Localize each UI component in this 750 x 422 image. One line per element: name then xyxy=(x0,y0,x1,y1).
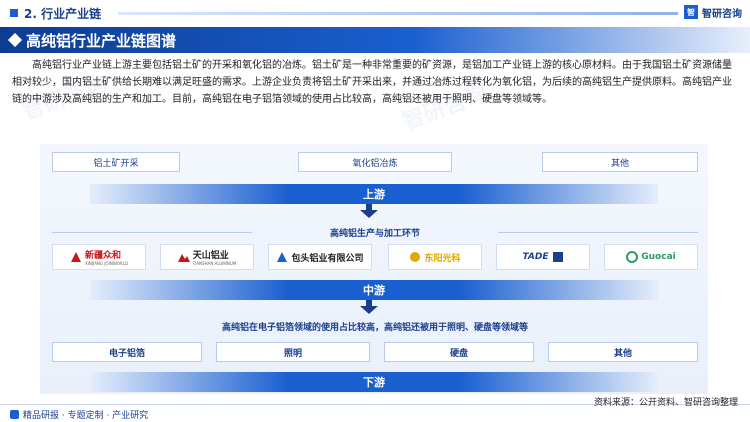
downstream-item-lighting: 照明 xyxy=(216,342,370,362)
page-title: 高纯铝行业产业链图谱 xyxy=(26,31,177,50)
footer-tagline: 精品研报 · 专题定制 · 产业研究 xyxy=(10,408,148,421)
downstream-item-electronic-foil: 电子铝箔 xyxy=(52,342,202,362)
downstream-item-other: 其他 xyxy=(548,342,698,362)
footer-tagline-text: 精品研报 · 专题定制 · 产业研究 xyxy=(23,411,149,421)
upstream-item-bauxite: 铝土矿开采 xyxy=(52,152,180,172)
company-logo-dongyangguang: 东阳光科 xyxy=(388,244,482,270)
tianshan-logo-icon xyxy=(177,254,190,262)
company-name: Guocai xyxy=(641,252,676,262)
guocai-logo-icon xyxy=(626,251,639,263)
brand-mark-icon xyxy=(10,410,19,419)
section-label-text: 2. 行业产业链 xyxy=(24,6,102,21)
upstream-item-other: 其他 xyxy=(542,152,698,172)
company-subtitle: XINJIANG JOINWORLD xyxy=(84,261,129,266)
company-logo-guocai: Guocai xyxy=(604,244,698,270)
company-logo-baotou: 包头铝业有限公司 xyxy=(268,244,372,270)
brand-logo-icon: 智 xyxy=(684,5,698,19)
company-subtitle: TIANSHAN ALUMINUM xyxy=(192,261,237,266)
header-rule xyxy=(118,12,678,15)
company-logo-tade: TADE xyxy=(496,244,590,270)
upstream-item-alumina: 氧化铝冶炼 xyxy=(298,152,452,172)
company-name: 包头铝业有限公司 xyxy=(291,253,364,264)
midstream-stage-bar: 中游 xyxy=(90,280,658,300)
title-banner: 高纯铝行业产业链图谱 xyxy=(0,27,750,53)
section-label: 2. 行业产业链 xyxy=(10,4,101,22)
heading-rule-right xyxy=(498,232,698,233)
downstream-heading: 高纯铝在电子铝箔领域的使用占比较高，高纯铝还被用于照明、硬盘等领域等 xyxy=(221,323,528,333)
heading-rule-left xyxy=(52,232,252,233)
brand-logo: 智 智研咨询 xyxy=(684,4,742,20)
company-name: 新疆众和 xyxy=(84,251,121,261)
company-logo-tianshan: 天山铝业 TIANSHAN ALUMINUM xyxy=(160,244,254,270)
company-logo-xinjiang-joinworld: 新疆众和 XINJIANG JOINWORLD xyxy=(52,244,146,270)
joinworld-logo-icon xyxy=(70,252,81,262)
tade-logo-icon xyxy=(552,252,563,262)
intro-paragraph: 高纯铝行业产业链上游主要包括铝土矿的开采和氧化铝的冶炼。铝土矿是一种非常重要的矿… xyxy=(12,60,732,105)
company-name: TADE xyxy=(522,252,549,262)
down-arrow-icon xyxy=(360,210,378,218)
diamond-icon xyxy=(7,32,23,48)
top-bar: 2. 行业产业链 智 智研咨询 xyxy=(0,0,750,26)
source-note: 资料来源：公开资料、智研咨询整理 xyxy=(593,398,738,408)
dongyangguang-logo-icon xyxy=(410,252,421,262)
downstream-item-hard-disk: 硬盘 xyxy=(384,342,534,362)
company-name: 天山铝业 xyxy=(192,251,229,261)
upstream-stage-bar: 上游 xyxy=(90,184,658,204)
brand-logo-text: 智研咨询 xyxy=(702,8,742,20)
down-arrow-icon xyxy=(360,306,378,314)
square-bullet-icon xyxy=(10,9,18,17)
baotou-logo-icon xyxy=(277,252,288,262)
downstream-stage-bar: 下游 xyxy=(90,372,658,392)
company-name: 东阳光科 xyxy=(424,253,461,264)
midstream-heading: 高纯铝生产与加工环节 xyxy=(329,229,420,239)
